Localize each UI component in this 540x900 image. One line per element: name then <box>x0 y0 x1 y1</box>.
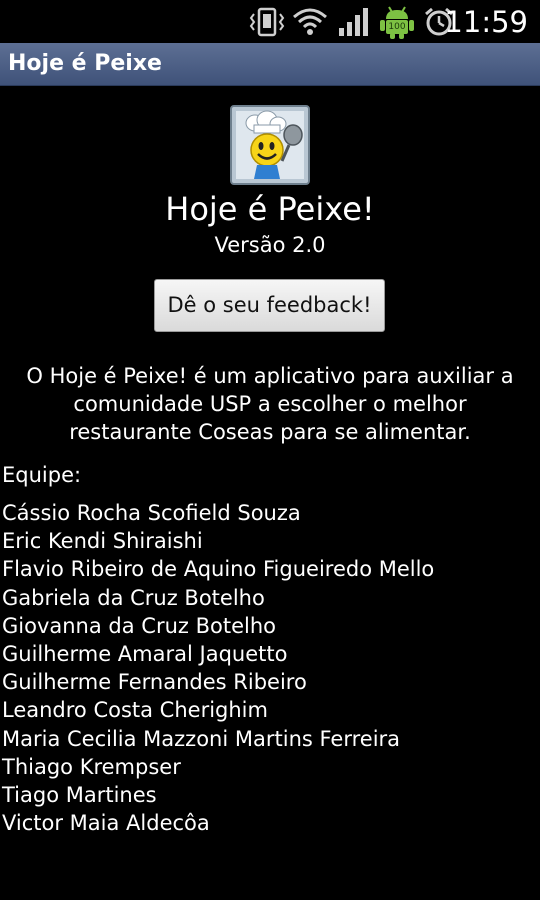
battery-level-text: 100 <box>388 22 405 32</box>
team-label: Equipe: <box>2 463 82 487</box>
app-logo-icon <box>230 105 310 185</box>
feedback-button[interactable]: Dê o seu feedback! <box>154 279 385 332</box>
team-member: Guilherme Fernandes Ribeiro <box>2 670 307 695</box>
vibrate-icon <box>249 7 285 37</box>
app-version: Versão 2.0 <box>214 233 326 257</box>
team-member: Giovanna da Cruz Botelho <box>2 613 276 638</box>
android-battery-icon: 100 <box>380 6 414 39</box>
window-title: Hoje é Peixe <box>8 51 162 76</box>
title-bar: Hoje é Peixe <box>0 43 540 86</box>
app-name: Hoje é Peixe! <box>165 190 375 228</box>
app-description: O Hoje é Peixe! é um aplicativo para aux… <box>26 364 514 444</box>
wifi-icon <box>293 8 327 35</box>
signal-icon <box>339 8 368 36</box>
team-list: Cássio Rocha Scofield Souza Eric Kendi S… <box>2 499 434 837</box>
team-member: Victor Maia Aldecôa <box>2 811 210 836</box>
team-member: Cássio Rocha Scofield Souza <box>2 501 301 525</box>
team-member: Eric Kendi Shiraishi <box>2 529 203 554</box>
team-member: Flavio Ribeiro de Aquino Figueiredo Mell… <box>2 557 435 582</box>
team-member: Maria Cecilia Mazzoni Martins Ferreira <box>2 726 401 751</box>
team-member: Leandro Costa Cherighim <box>2 698 268 723</box>
status-time: 11:59 <box>444 5 528 39</box>
team-member: Tiago Martines <box>2 783 157 808</box>
status-bar: 100 11:59 <box>0 0 540 43</box>
team-member: Guilherme Amaral Jaquetto <box>2 642 288 667</box>
team-member: Gabriela da Cruz Botelho <box>2 585 265 610</box>
team-member: Thiago Krempser <box>2 754 181 779</box>
